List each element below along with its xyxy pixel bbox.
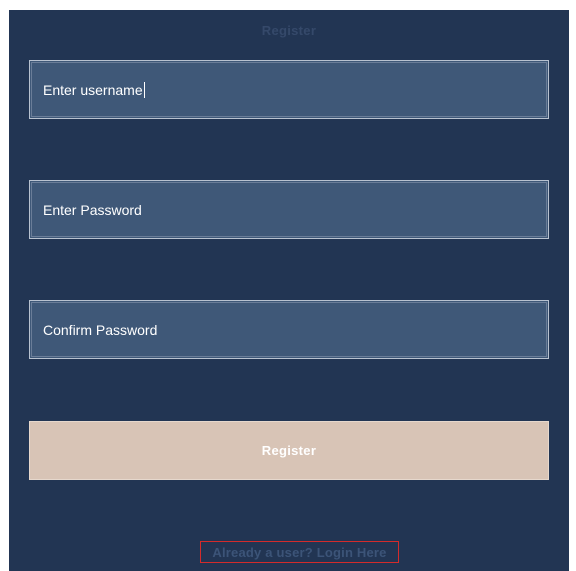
password-placeholder: Enter Password bbox=[43, 201, 142, 218]
register-panel: Register Enter username Enter Password C… bbox=[9, 10, 569, 571]
confirm-password-placeholder: Confirm Password bbox=[43, 321, 158, 338]
confirm-password-field[interactable]: Confirm Password bbox=[29, 300, 549, 359]
username-placeholder: Enter username bbox=[43, 81, 143, 98]
text-caret bbox=[143, 81, 145, 98]
form-title: Register bbox=[261, 23, 317, 38]
password-field[interactable]: Enter Password bbox=[29, 180, 549, 239]
register-button-label: Register bbox=[261, 443, 317, 458]
register-button[interactable]: Register bbox=[29, 421, 549, 480]
username-field[interactable]: Enter username bbox=[29, 60, 549, 119]
login-link[interactable]: Already a user? Login Here bbox=[200, 541, 399, 563]
